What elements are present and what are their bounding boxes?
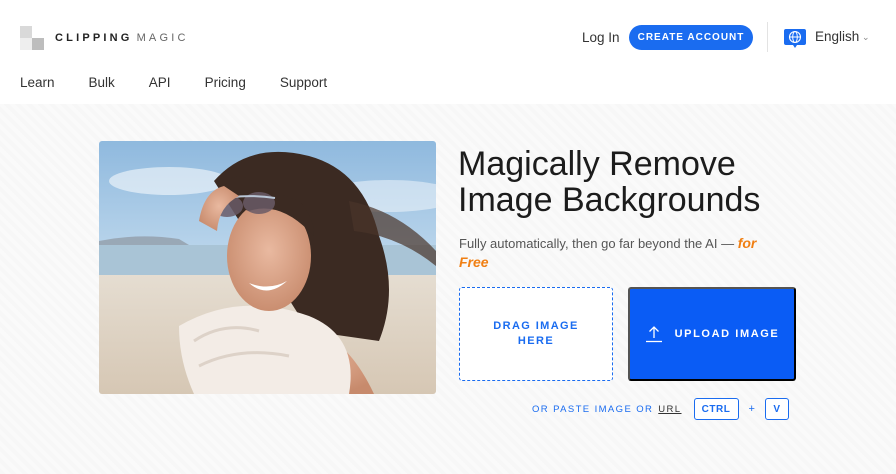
hero-photo xyxy=(99,141,436,394)
page-title: Magically Remove Image Backgrounds xyxy=(458,146,878,218)
upload-image-button[interactable]: UPLOAD IMAGE xyxy=(628,287,796,381)
language-selector[interactable]: English xyxy=(815,29,859,44)
nav-item-api[interactable]: API xyxy=(149,75,171,90)
login-link[interactable]: Log In xyxy=(582,30,620,45)
globe-icon[interactable] xyxy=(783,26,807,50)
create-account-button[interactable]: CREATE ACCOUNT xyxy=(629,25,753,50)
header-divider xyxy=(767,22,768,52)
paste-hint: OR PASTE IMAGE OR URL CTRL + V xyxy=(532,398,789,420)
drag-image-label: DRAG IMAGE HERE xyxy=(493,320,579,347)
hero-subline: Fully automatically, then go far beyond … xyxy=(459,234,789,272)
paste-text: OR PASTE IMAGE OR xyxy=(532,403,654,415)
brand-name-bold: CLIPPING xyxy=(55,32,133,44)
headline-line-1: Magically Remove xyxy=(458,145,736,183)
nav-item-pricing[interactable]: Pricing xyxy=(205,75,246,90)
chevron-down-icon[interactable]: ⌄ xyxy=(862,32,870,43)
hero-section: Magically Remove Image Backgrounds Fully… xyxy=(0,104,896,474)
nav-item-support[interactable]: Support xyxy=(280,75,327,90)
upload-arrow-icon xyxy=(645,325,663,343)
drag-drop-zone[interactable]: DRAG IMAGE HERE xyxy=(459,287,613,381)
nav-item-learn[interactable]: Learn xyxy=(20,75,55,90)
headline-line-2: Image Backgrounds xyxy=(458,181,761,219)
nav-item-bulk[interactable]: Bulk xyxy=(89,75,115,90)
ctrl-key: CTRL xyxy=(693,398,739,420)
v-key: V xyxy=(764,398,789,420)
subline-text: Fully automatically, then go far beyond … xyxy=(459,236,735,251)
url-link[interactable]: URL xyxy=(658,404,681,415)
brand-wordmark: CLIPPING MAGIC xyxy=(55,32,189,44)
brand-logo[interactable]: CLIPPING MAGIC xyxy=(20,26,189,50)
plus-sign: + xyxy=(748,403,755,415)
upload-image-label: UPLOAD IMAGE xyxy=(674,328,780,340)
main-nav: Learn Bulk API Pricing Support xyxy=(20,75,361,90)
brand-name-light: MAGIC xyxy=(136,32,189,44)
site-header: CLIPPING MAGIC Log In CREATE ACCOUNT Engl… xyxy=(0,0,896,104)
logo-mark-icon xyxy=(20,26,44,50)
